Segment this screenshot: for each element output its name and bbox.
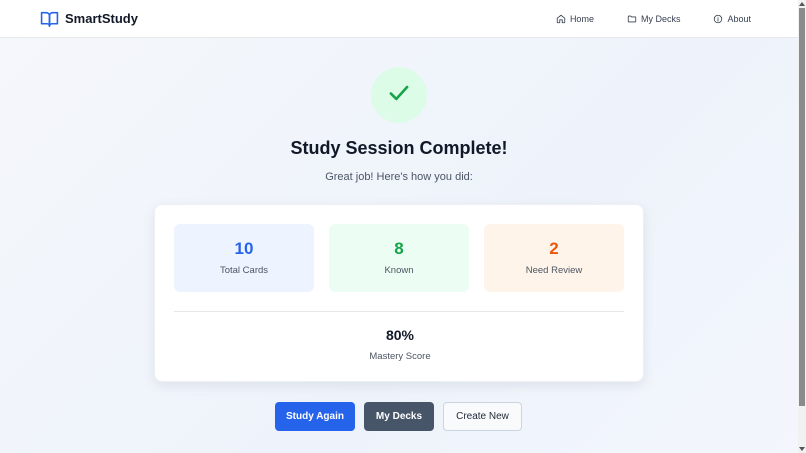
home-icon <box>556 14 566 24</box>
nav-item-home[interactable]: Home <box>556 14 594 24</box>
stat-need-review: 2 Need Review <box>484 224 624 292</box>
page-scrollbar[interactable] <box>798 0 806 453</box>
mastery-score-label: Mastery Score <box>369 351 431 362</box>
create-new-button[interactable]: Create New <box>443 402 522 431</box>
page-title: Study Session Complete! <box>290 138 508 158</box>
study-again-button[interactable]: Study Again <box>275 402 355 431</box>
brand-name: SmartStudy <box>65 11 138 26</box>
stat-total-cards: 10 Total Cards <box>174 224 314 292</box>
card-divider <box>174 311 624 312</box>
mastery-score-value: 80% <box>385 327 415 343</box>
top-navbar: SmartStudy Home My Decks About <box>0 0 798 38</box>
page-subtitle: Great job! Here's how you did: <box>325 171 473 183</box>
stat-label: Need Review <box>525 265 583 276</box>
stat-known: 8 Known <box>329 224 469 292</box>
stat-label: Known <box>384 265 414 276</box>
my-decks-button[interactable]: My Decks <box>364 402 434 431</box>
nav-item-my-decks[interactable]: My Decks <box>627 13 681 24</box>
stat-value: 2 <box>549 239 559 258</box>
nav-item-label: Home <box>569 13 594 24</box>
nav-item-about[interactable]: About <box>713 14 751 24</box>
stat-label: Total Cards <box>219 265 269 276</box>
nav-links: Home My Decks About <box>556 14 758 24</box>
brand-logo[interactable]: SmartStudy <box>40 11 138 27</box>
open-book-icon <box>40 11 59 27</box>
folder-icon <box>627 14 637 24</box>
success-badge <box>371 67 427 123</box>
stat-value: 8 <box>394 239 404 258</box>
scrollbar-thumb[interactable] <box>799 8 805 406</box>
results-card: 10 Total Cards 8 Known 2 Need Review 80%… <box>154 204 644 382</box>
nav-item-label: About <box>727 13 751 24</box>
nav-item-label: My Decks <box>640 13 681 24</box>
checkmark-icon <box>386 80 412 111</box>
stat-value: 10 <box>234 239 254 258</box>
scroll-up-arrow-icon[interactable] <box>799 2 805 6</box>
scroll-down-arrow-icon[interactable] <box>799 447 805 451</box>
info-icon <box>713 14 723 24</box>
